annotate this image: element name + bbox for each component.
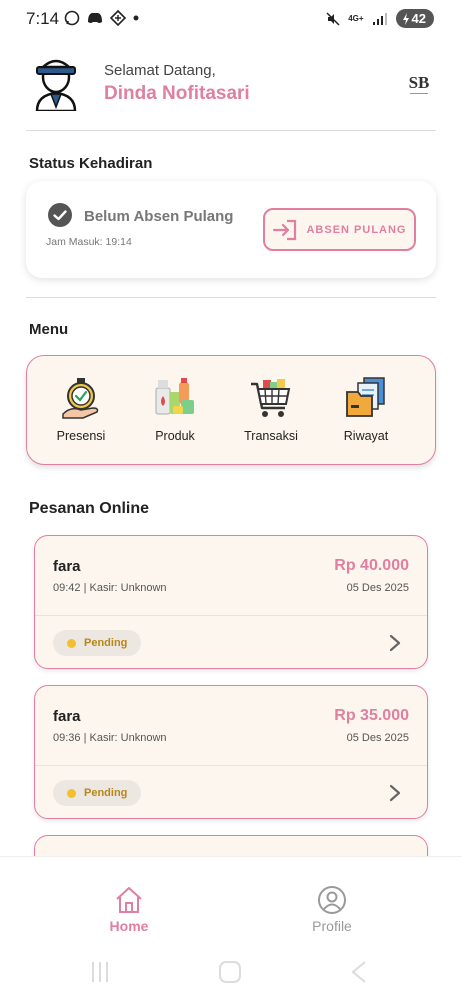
status-bar: 7:14 4G+ 42 [0, 0, 462, 38]
nav-profile-label: Profile [312, 918, 352, 934]
products-icon [155, 378, 194, 415]
header-divider [26, 130, 436, 131]
status-dot-icon [67, 638, 76, 648]
order-card[interactable]: fara 09:36 | Kasir: Unknown Rp 35.000 05… [34, 685, 428, 819]
back-icon [351, 961, 366, 983]
login-arrow-icon [273, 219, 297, 240]
signal-icon [372, 12, 387, 25]
status-label: Pending [84, 787, 128, 799]
dot-icon [133, 15, 139, 21]
status-badge: Pending [53, 630, 142, 656]
menu-item-produk[interactable]: Produk [135, 376, 215, 443]
discord-icon [88, 13, 102, 23]
nav-profile[interactable]: Profile [292, 885, 372, 934]
menu-label-riwayat: Riwayat [343, 429, 389, 443]
cart-icon [251, 379, 291, 417]
stopwatch-icon [62, 378, 99, 419]
chevron-right-icon[interactable] [389, 634, 401, 652]
status-section-title: Status Kehadiran [29, 155, 153, 172]
check-in-time: Jam Masuk: 19:14 [46, 236, 132, 248]
order-card[interactable]: fara 09:42 | Kasir: Unknown Rp 40.000 05… [34, 535, 428, 669]
svg-text:SB: SB [409, 73, 430, 92]
status-dot-icon [67, 788, 76, 798]
attendance-status: Belum Absen Pulang [84, 208, 234, 225]
order-price: Rp 40.000 [334, 557, 409, 574]
order-divider [35, 765, 427, 766]
section-divider [26, 297, 436, 298]
greeting-text: Selamat Datang, [104, 62, 216, 79]
check-circle-icon [48, 203, 72, 227]
nav-home[interactable]: Home [89, 885, 169, 934]
profile-icon [318, 886, 346, 914]
order-meta: 09:36 | Kasir: Unknown [53, 732, 167, 744]
user-avatar-icon [35, 59, 77, 111]
status-label: Pending [84, 637, 128, 649]
order-customer: fara [53, 708, 81, 725]
menu-label-presensi: Presensi [56, 429, 106, 443]
menu-label-produk: Produk [155, 429, 195, 443]
order-meta: 09:42 | Kasir: Unknown [53, 582, 167, 594]
recent-apps-icon [92, 962, 108, 982]
order-customer: fara [53, 558, 81, 575]
menu-label-transaksi: Transaksi [244, 429, 298, 443]
menu-item-presensi[interactable]: Presensi [41, 376, 121, 443]
absen-pulang-label: ABSEN PULANG [306, 223, 407, 236]
battery-level: 42 [411, 11, 426, 26]
menu-card: Presensi Produk Transaksi Riwayat [26, 355, 436, 465]
menu-item-transaksi[interactable]: Transaksi [231, 376, 311, 443]
orders-section-title: Pesanan Online [29, 500, 150, 517]
brand-logo: SB [409, 73, 430, 94]
system-navigation-bar [92, 961, 366, 983]
home-icon [116, 887, 142, 913]
order-date: 05 Des 2025 [346, 582, 409, 594]
bottom-navigation: Home Profile [0, 856, 462, 1000]
order-price: Rp 35.000 [334, 707, 409, 724]
home-system-icon [219, 961, 241, 983]
mute-icon [326, 11, 340, 26]
menu-section-title: Menu [29, 321, 69, 338]
status-time: 7:14 [26, 9, 60, 28]
app-icon [110, 10, 126, 26]
notification-icons [64, 10, 140, 26]
whatsapp-icon [64, 10, 80, 26]
chevron-right-icon[interactable] [389, 784, 401, 802]
order-date: 05 Des 2025 [346, 732, 409, 744]
system-icons: 4G+ 42 [326, 9, 434, 28]
network-type: 4G+ [348, 13, 364, 23]
folder-icon [346, 377, 385, 417]
status-badge: Pending [53, 780, 142, 806]
battery-icon: 42 [395, 9, 434, 28]
nav-home-label: Home [109, 918, 149, 934]
attendance-status-card: Belum Absen Pulang Jam Masuk: 19:14 ABSE… [26, 181, 436, 278]
order-divider [35, 615, 427, 616]
absen-pulang-button[interactable]: ABSEN PULANG [263, 208, 416, 251]
user-name: Dinda Nofitasari [104, 83, 250, 104]
menu-item-riwayat[interactable]: Riwayat [326, 376, 406, 443]
